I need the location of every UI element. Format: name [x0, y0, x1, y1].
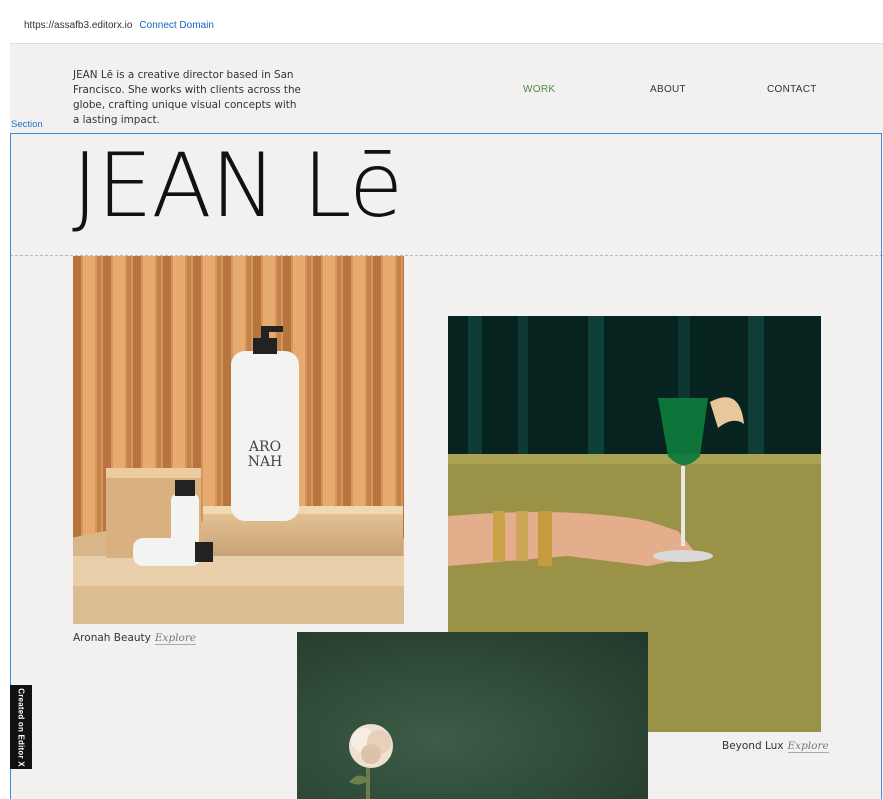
- beyond-lux-explore-link[interactable]: Explore: [787, 740, 829, 753]
- connect-domain-link[interactable]: Connect Domain: [139, 20, 213, 31]
- header-bio-text: JEAN Lē is a creative director based in …: [73, 69, 301, 126]
- aronah-caption: Aronah Beauty Explore: [73, 632, 197, 645]
- beyond-lux-caption: Beyond Lux Explore: [722, 740, 829, 753]
- nav-item-about[interactable]: ABOUT: [650, 84, 686, 95]
- aronah-explore-link[interactable]: Explore: [154, 632, 197, 645]
- bottle-label-line-2: NAH: [248, 454, 283, 470]
- editor-x-badge[interactable]: Created on Editor X: [10, 685, 32, 769]
- badge-text: Created on Editor X: [16, 687, 26, 767]
- aronah-title: Aronah Beauty: [73, 632, 151, 644]
- beyond-lux-title: Beyond Lux: [722, 740, 784, 752]
- nav-item-work[interactable]: WORK: [523, 84, 555, 95]
- site-url: https://assafb3.editorx.io: [24, 20, 133, 31]
- rose-image[interactable]: [297, 632, 648, 799]
- nav-item-contact[interactable]: CONTACT: [767, 84, 817, 95]
- site-canvas: JEAN Lē is a creative director based in …: [10, 44, 883, 799]
- aronah-beauty-image[interactable]: ARO NAH: [73, 256, 404, 624]
- section-label[interactable]: Section: [11, 119, 43, 130]
- bottle-label-line-1: ARO: [248, 439, 281, 455]
- editor-top-bar: https://assafb3.editorx.io Connect Domai…: [10, 8, 883, 44]
- brand-title: JEAN Lē: [72, 134, 403, 237]
